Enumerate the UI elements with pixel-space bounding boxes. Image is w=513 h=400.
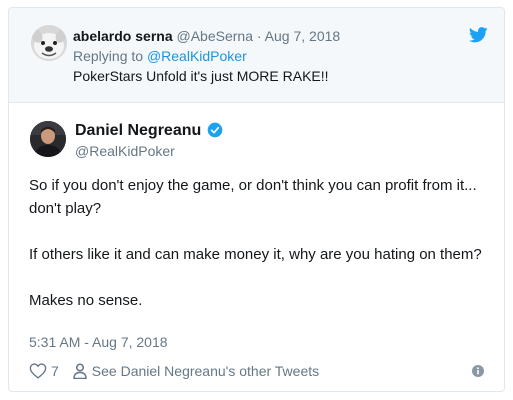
avatar[interactable] <box>31 25 67 61</box>
separator-dot: · <box>256 28 262 44</box>
heart-icon[interactable] <box>29 363 47 379</box>
profile-photo-icon <box>30 121 66 157</box>
like-count[interactable]: 7 <box>51 363 59 379</box>
author-display-name[interactable]: Daniel Negreanu <box>75 122 201 140</box>
bulldog-avatar-icon <box>31 25 67 61</box>
replying-to-label: Replying to <box>73 48 144 64</box>
tweet-timestamp[interactable]: 5:31 AM - Aug 7, 2018 <box>29 334 168 350</box>
tweet-paragraph: If others like it and can make money it,… <box>29 246 482 263</box>
replying-to-line: Replying to @RealKidPoker <box>73 48 247 64</box>
tweet-paragraph: So if you don't enjoy the game, or don't… <box>29 177 477 217</box>
info-icon[interactable] <box>472 365 484 377</box>
reply-date[interactable]: Aug 7, 2018 <box>265 28 341 44</box>
tweet-actions: 7 See Daniel Negreanu's other Tweets <box>29 361 319 381</box>
see-other-tweets-link[interactable]: See Daniel Negreanu's other Tweets <box>92 363 319 379</box>
embedded-tweet-card: abelardo serna @AbeSerna · Aug 7, 2018 R… <box>8 7 505 392</box>
reply-text: PokerStars Unfold it's just MORE RAKE!! <box>73 68 329 84</box>
reply-handle[interactable]: @AbeSerna <box>177 28 253 44</box>
reply-tweet[interactable]: abelardo serna @AbeSerna · Aug 7, 2018 R… <box>9 8 504 103</box>
avatar[interactable] <box>30 121 66 157</box>
verified-badge-icon <box>207 122 223 138</box>
reply-header: abelardo serna @AbeSerna · Aug 7, 2018 <box>73 28 340 44</box>
tweet-text: So if you don't enjoy the game, or don't… <box>29 174 494 335</box>
author-handle[interactable]: @RealKidPoker <box>75 143 175 159</box>
replying-to-link[interactable]: @RealKidPoker <box>147 48 247 64</box>
twitter-bird-icon[interactable] <box>469 27 488 43</box>
person-icon <box>73 363 87 379</box>
tweet-paragraph: Makes no sense. <box>29 292 143 309</box>
reply-display-name[interactable]: abelardo serna <box>73 28 173 44</box>
